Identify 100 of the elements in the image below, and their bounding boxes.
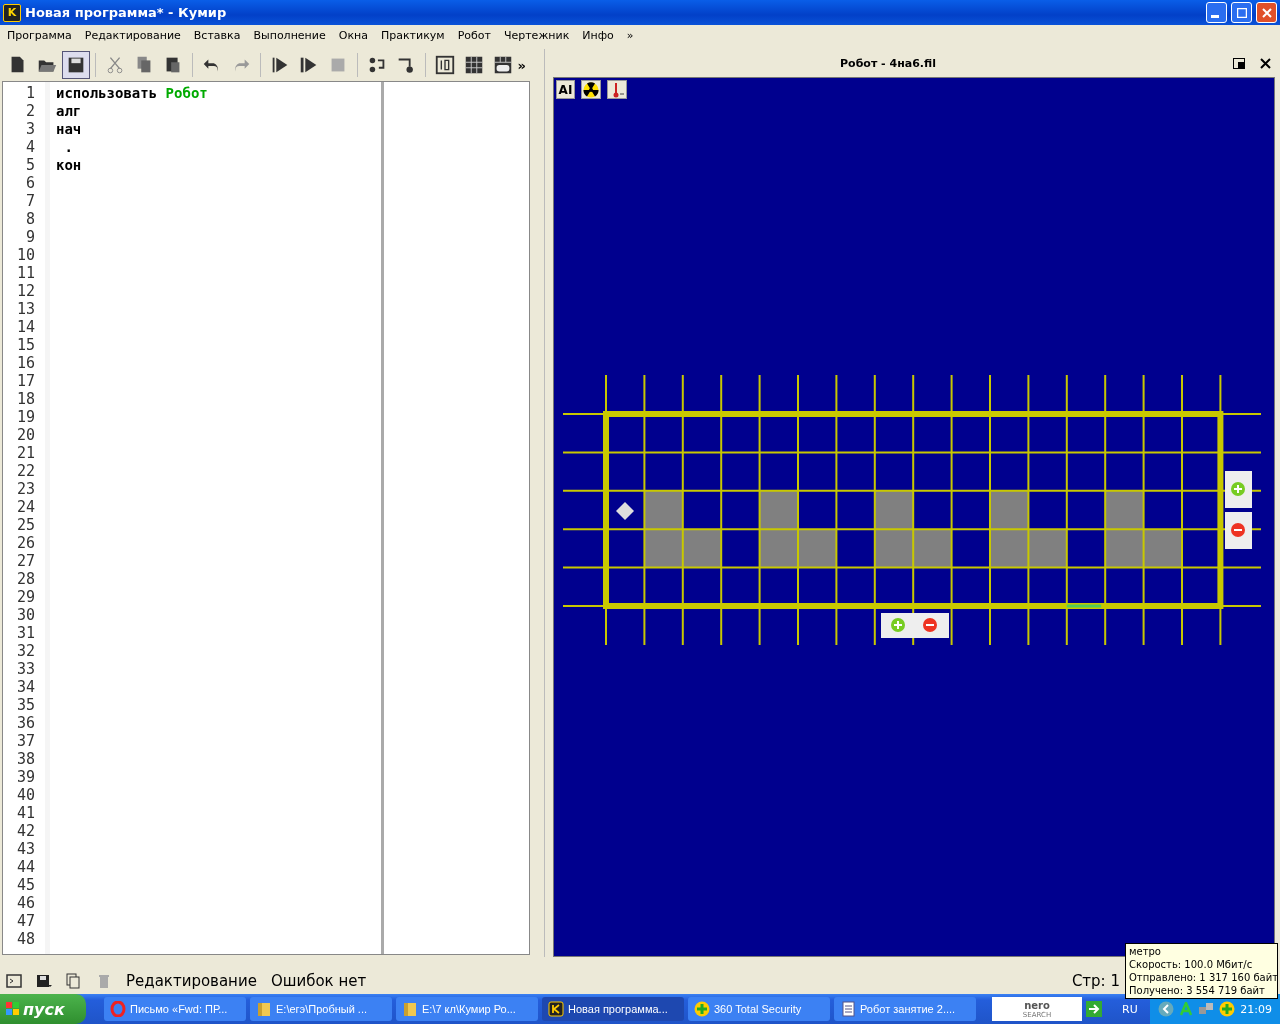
document-icon	[840, 1001, 856, 1017]
line-number: 3	[24, 120, 35, 138]
line-number: 23	[15, 480, 35, 498]
painted-cell	[644, 529, 683, 568]
line-number: 24	[15, 498, 35, 516]
radiation-icon[interactable]	[581, 80, 601, 99]
code-line: нач	[56, 120, 83, 138]
taskbar-button[interactable]: 360 Total Security	[688, 997, 830, 1021]
mode-text: Редактирование	[126, 972, 257, 990]
line-number: 32	[15, 642, 35, 660]
folder-icon	[402, 1001, 418, 1017]
tooltip-line: метро	[1129, 945, 1162, 958]
taskbar-button[interactable]: Новая программа...	[542, 997, 684, 1021]
tooltip-line: Получено: 3 554 719 байт	[1129, 984, 1266, 997]
close-icon	[1259, 57, 1271, 69]
close-button[interactable]	[1256, 2, 1277, 23]
minimize-button[interactable]	[1206, 2, 1227, 23]
taskbar-button[interactable]: Робот занятие 2....	[834, 997, 976, 1021]
line-number: 46	[15, 894, 35, 912]
menu-item[interactable]: »	[621, 29, 642, 42]
plus-circle-icon	[694, 1001, 710, 1017]
language-indicator[interactable]: RU	[1122, 1002, 1138, 1016]
painted-cell	[990, 529, 1029, 568]
line-number: 2	[24, 102, 35, 120]
line-position: Стр: 1	[1071, 972, 1120, 990]
line-number: 11	[15, 264, 35, 282]
line-number: 43	[15, 840, 35, 858]
code-line: использовать Робот	[56, 84, 209, 102]
minimize-icon	[1211, 15, 1219, 18]
painted-cell	[1105, 529, 1144, 568]
line-number: 40	[15, 786, 35, 804]
line-number: 45	[15, 876, 35, 894]
line-number: 28	[15, 570, 35, 588]
line-number: 6	[24, 174, 35, 192]
line-number: 44	[15, 858, 35, 876]
line-number: 39	[15, 768, 35, 786]
code-line: .	[63, 138, 74, 156]
taskbar-button[interactable]: Письмо «Fwd: ПР...	[104, 997, 246, 1021]
line-number: 13	[15, 300, 35, 318]
error-status: Ошибок нет	[270, 972, 367, 990]
text-tool-button[interactable]: AI	[556, 80, 575, 99]
line-number: 27	[15, 552, 35, 570]
menu-item[interactable]: Выполнение	[248, 29, 334, 42]
line-number: 14	[15, 318, 35, 336]
app-logo-icon: K	[3, 3, 21, 22]
maximize-button[interactable]	[1231, 2, 1252, 23]
line-number: 10	[15, 246, 35, 264]
menu-item[interactable]: Инфо	[577, 29, 622, 42]
line-number: 15	[15, 336, 35, 354]
painted-cell	[798, 529, 837, 568]
tooltip-line: Скорость: 100.0 Мбит/с	[1129, 958, 1254, 971]
line-number: 30	[15, 606, 35, 624]
line-number: 34	[15, 678, 35, 696]
menu-item[interactable]: Окна	[333, 29, 376, 42]
line-number: 42	[15, 822, 35, 840]
thermometer-icon[interactable]	[607, 80, 627, 99]
line-number: 9	[24, 228, 35, 246]
windows-logo-icon	[6, 1002, 20, 1016]
code-line: алг	[56, 102, 83, 120]
ring-icon	[110, 1001, 126, 1017]
line-number: 35	[15, 696, 35, 714]
line-number: 22	[15, 462, 35, 480]
chevron-left-icon[interactable]	[1158, 1001, 1175, 1017]
line-number: 4	[24, 138, 35, 156]
menu-item[interactable]: Программа	[2, 29, 80, 42]
line-number: 47	[15, 912, 35, 930]
menu-item[interactable]: Вставка	[188, 29, 249, 42]
menu-item[interactable]: Практикум	[375, 29, 453, 42]
line-number: 26	[15, 534, 35, 552]
line-number: 16	[15, 354, 35, 372]
terminal-icon[interactable]	[6, 973, 22, 989]
clock: 21:09	[1240, 1002, 1272, 1016]
menu-item[interactable]: Редактирование	[79, 29, 189, 42]
line-number: 1	[24, 84, 35, 102]
line-number: 38	[15, 750, 35, 768]
line-number: 21	[15, 444, 35, 462]
line-number: 17	[15, 372, 35, 390]
window-restore-icon	[1233, 57, 1245, 69]
line-number: 12	[15, 282, 35, 300]
line-number: 19	[15, 408, 35, 426]
remove-column-button[interactable]	[1225, 512, 1252, 549]
toolbar-overflow[interactable]: »	[517, 57, 526, 73]
taskbar-button[interactable]: E:\7 кл\Кумир Ро...	[396, 997, 538, 1021]
line-number: 5	[24, 156, 35, 174]
taskbar-button[interactable]: E:\егэ\Пробный ...	[250, 997, 392, 1021]
close-icon	[1261, 7, 1272, 18]
panel-title: Робот - 4на6.fil	[839, 56, 937, 70]
arrow-right-icon[interactable]	[1086, 1001, 1102, 1017]
menu-item[interactable]: Чертежник	[498, 29, 578, 42]
painted-cell	[913, 529, 952, 568]
copy-icon[interactable]	[66, 973, 82, 989]
line-number: 37	[15, 732, 35, 750]
menu-item[interactable]: Робот	[452, 29, 499, 42]
code-line: кон	[56, 156, 83, 174]
line-number: 36	[15, 714, 35, 732]
remove-row-button[interactable]	[915, 613, 949, 638]
folder-icon	[256, 1001, 272, 1017]
robot-marker-icon	[616, 502, 634, 520]
line-number: 48	[15, 930, 35, 948]
line-number: 18	[15, 390, 35, 408]
